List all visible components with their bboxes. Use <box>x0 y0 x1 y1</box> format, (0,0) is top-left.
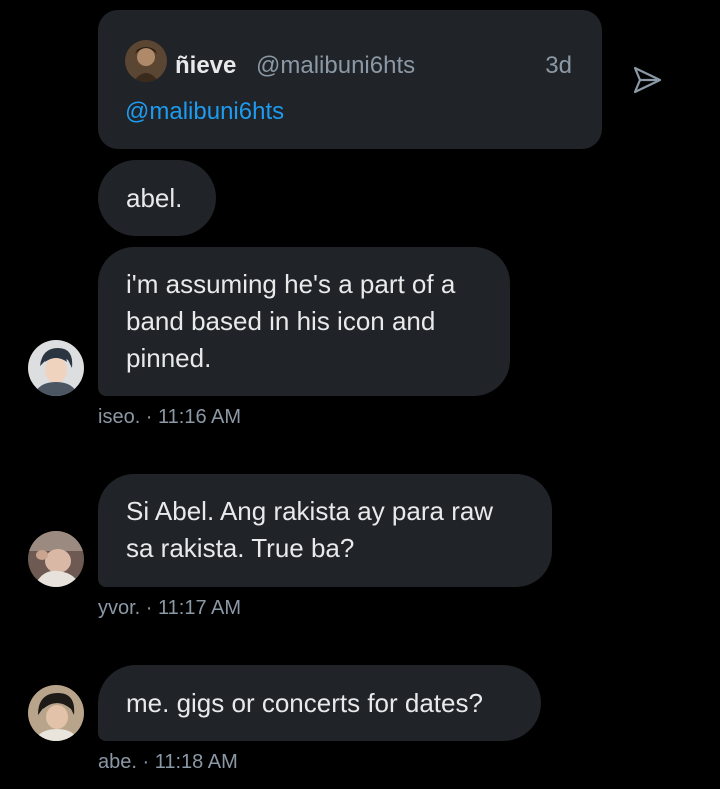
message-text: Si Abel. Ang rakista ay para raw sa raki… <box>126 496 494 563</box>
tweet-author-avatar[interactable] <box>125 40 167 82</box>
message-bubble[interactable]: me. gigs or concerts for dates? <box>98 665 541 741</box>
avatar[interactable] <box>28 340 84 396</box>
tweet-mention-link[interactable]: @malibuni6hts <box>125 98 284 126</box>
message-time: 11:16 AM <box>158 406 242 428</box>
tweet-author-name[interactable]: ñieve <box>175 52 236 80</box>
avatar[interactable] <box>28 685 84 741</box>
message-bubble[interactable]: i'm assuming he's a part of a band based… <box>98 247 510 396</box>
message-meta: yvor. · 11:17 AM <box>98 597 241 620</box>
tweet-timestamp: 3d <box>545 52 572 79</box>
avatar[interactable] <box>28 531 84 587</box>
meta-separator: · <box>136 751 155 773</box>
message-bubble[interactable]: abel. <box>98 160 216 236</box>
meta-separator: · <box>140 597 159 619</box>
message-text: i'm assuming he's a part of a band based… <box>126 269 456 373</box>
send-icon[interactable] <box>631 64 663 96</box>
sender-name: abe. <box>98 751 137 773</box>
message-text: abel. <box>126 183 183 213</box>
meta-separator: · <box>140 406 159 428</box>
sender-name: iseo. <box>98 406 141 428</box>
message-time: 11:17 AM <box>158 597 242 619</box>
shared-tweet-card[interactable]: ñieve @malibuni6hts 3d @malibuni6hts <box>98 10 602 149</box>
message-meta: iseo. · 11:16 AM <box>98 406 241 429</box>
message-bubble[interactable]: Si Abel. Ang rakista ay para raw sa raki… <box>98 474 552 587</box>
message-meta: abe. · 11:18 AM <box>98 751 238 774</box>
sender-name: yvor. <box>98 597 141 619</box>
message-text: me. gigs or concerts for dates? <box>126 688 483 718</box>
message-time: 11:18 AM <box>154 751 238 773</box>
tweet-author-handle: @malibuni6hts <box>256 52 416 79</box>
